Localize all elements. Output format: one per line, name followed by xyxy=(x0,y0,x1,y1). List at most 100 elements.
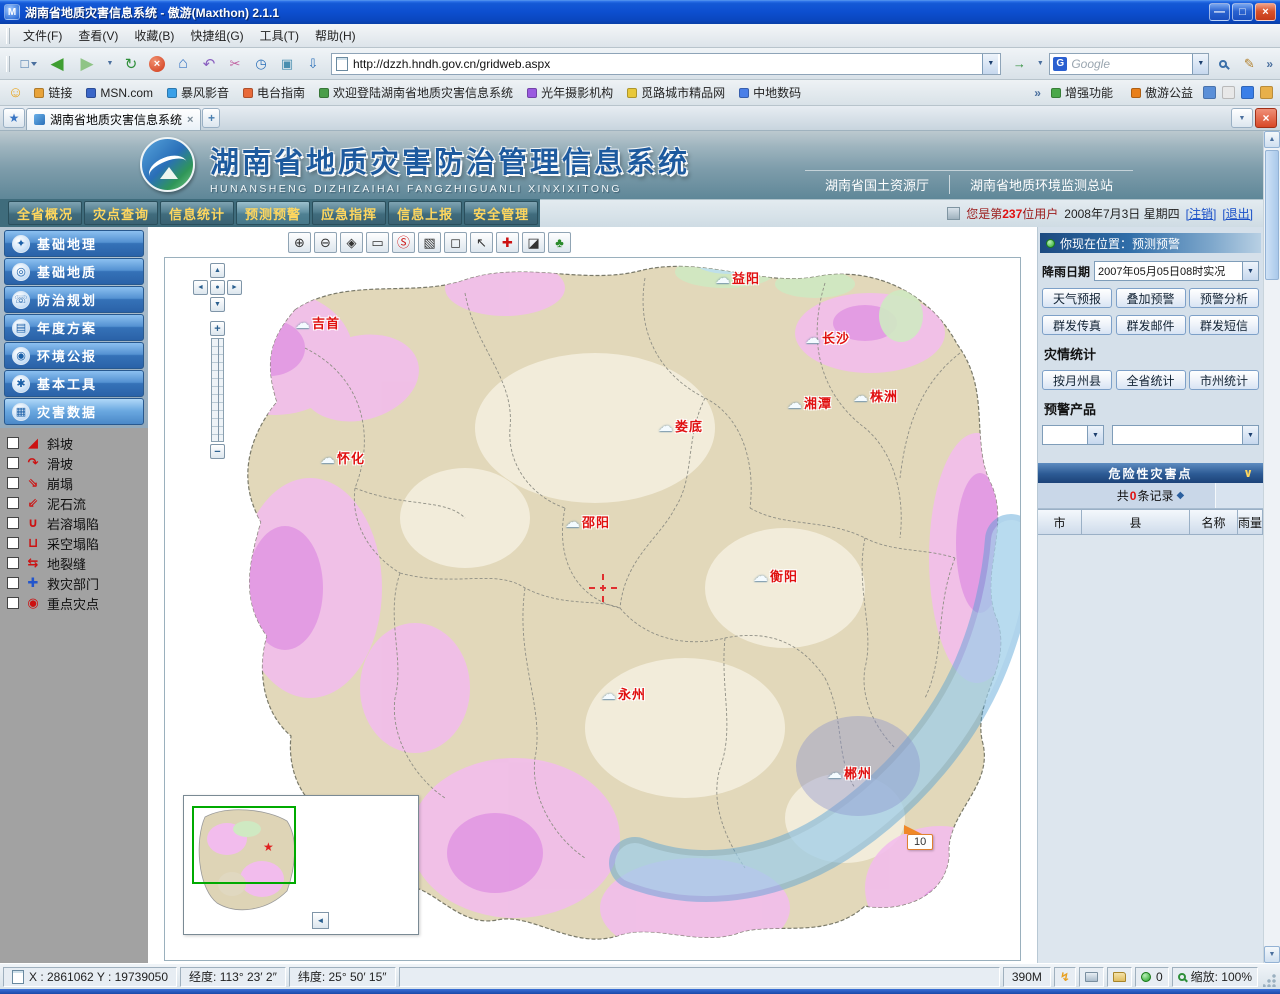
map-city-marker[interactable]: ☁ 株洲 xyxy=(853,386,898,405)
scrollbar-track[interactable] xyxy=(1264,148,1280,946)
close-button[interactable]: × xyxy=(1255,3,1276,21)
minimize-button[interactable]: — xyxy=(1209,3,1230,21)
sidebar-annual-plan[interactable]: ▤ 年度方案 xyxy=(4,314,144,341)
weather-forecast-button[interactable]: 天气预报 xyxy=(1042,288,1112,308)
map-tool-full-extent[interactable]: Ⓢ xyxy=(392,232,415,253)
link-photography[interactable]: 光年摄影机构 xyxy=(520,82,620,103)
map-tool-zoom-out[interactable]: ⊖ xyxy=(314,232,337,253)
table-header-cell[interactable]: 市 xyxy=(1038,509,1082,535)
search-box[interactable]: G Google xyxy=(1049,53,1209,75)
menu-item[interactable]: 帮助(H) xyxy=(307,24,364,47)
nav-tab-info-statistics[interactable]: 信息统计 xyxy=(160,201,234,225)
zoom-out-button[interactable]: − xyxy=(210,444,225,459)
map-tool-clear-selection[interactable]: ◻ xyxy=(444,232,467,253)
map-tool-add-point[interactable]: ✚ xyxy=(496,232,519,253)
gift-icon[interactable] xyxy=(1260,86,1273,99)
address-options-button[interactable]: ▼ xyxy=(1033,52,1047,76)
scroll-down-button[interactable] xyxy=(1264,946,1280,963)
maximize-button[interactable]: □ xyxy=(1232,3,1253,21)
nav-tab-province-overview[interactable]: 全省概况 xyxy=(8,201,82,225)
dropdown-arrow-icon[interactable] xyxy=(1242,262,1258,280)
pan-down-button[interactable]: ▼ xyxy=(210,297,225,312)
table-header-cell[interactable]: 名称 xyxy=(1190,509,1238,535)
sidebar-prevention-planning[interactable]: ☏ 防治规划 xyxy=(4,286,144,313)
menu-item[interactable]: 快捷组(G) xyxy=(182,24,251,47)
header-link-monitoring-station[interactable]: 湖南省地质环境监测总站 xyxy=(949,175,1133,194)
menu-item[interactable]: 查看(V) xyxy=(70,24,126,47)
bulk-fax-button[interactable]: 群发传真 xyxy=(1042,315,1112,335)
map-city-marker[interactable]: ☁ 邵阳 xyxy=(565,512,610,531)
layer-checkbox[interactable] xyxy=(7,437,19,449)
map-tool-identify[interactable]: ↖ xyxy=(470,232,493,253)
bulk-email-button[interactable]: 群发邮件 xyxy=(1116,315,1186,335)
resize-grip[interactable] xyxy=(1263,973,1277,987)
link-hunan-geo-system[interactable]: 欢迎登陆湖南省地质灾害信息系统 xyxy=(312,82,520,103)
map-tool-pan[interactable]: ◈ xyxy=(340,232,363,253)
overview-collapse-button[interactable]: ◄ xyxy=(312,912,329,929)
collapse-icon[interactable]: ∨ xyxy=(1243,466,1255,480)
toolbar-overflow-icon[interactable]: » xyxy=(1263,57,1276,71)
nav-tab-info-report[interactable]: 信息上报 xyxy=(388,201,462,225)
favorites-panel-button[interactable] xyxy=(3,108,25,128)
forward-button[interactable]: ▶ xyxy=(73,52,101,76)
dropdown-arrow-icon[interactable] xyxy=(1242,426,1258,444)
link-milu-city[interactable]: 觅路城市精品网 xyxy=(620,82,732,103)
tab-hunan-geo-system[interactable]: 湖南省地质灾害信息系统 × xyxy=(26,108,201,130)
stop-button[interactable]: × xyxy=(145,52,169,76)
sidebar-basic-geography[interactable]: ✦ 基础地理 xyxy=(4,230,144,257)
layer-checkbox[interactable] xyxy=(7,477,19,489)
nav-tab-emergency-command[interactable]: 应急指挥 xyxy=(312,201,386,225)
province-stats-button[interactable]: 全省统计 xyxy=(1116,370,1186,390)
layer-checkbox[interactable] xyxy=(7,577,19,589)
zoom-in-button[interactable]: + xyxy=(210,321,225,336)
pan-left-button[interactable]: ◄ xyxy=(193,280,208,295)
map-tool-zoom-in[interactable]: ⊕ xyxy=(288,232,311,253)
menu-item[interactable]: 工具(T) xyxy=(252,24,307,47)
rain-date-select[interactable]: 2007年05月05日08时实况 xyxy=(1094,261,1259,281)
screen-capture-button[interactable]: ▣ xyxy=(275,52,299,76)
nav-tab-forecast-warning[interactable]: 预测预警 xyxy=(236,201,310,225)
message-icon[interactable] xyxy=(1241,86,1254,99)
go-button[interactable]: → xyxy=(1007,52,1031,76)
map-tool-legend[interactable]: ♣ xyxy=(548,232,571,253)
link-msn[interactable]: MSN.com xyxy=(79,84,160,102)
search-button[interactable] xyxy=(1211,52,1235,76)
link-radio-guide[interactable]: 电台指南 xyxy=(236,82,312,103)
pan-up-button[interactable]: ▲ xyxy=(210,263,225,278)
blocked-popups-indicator[interactable]: 0 xyxy=(1135,967,1169,987)
header-link-land-resources[interactable]: 湖南省国土资源厅 xyxy=(805,175,949,194)
menu-item[interactable]: 收藏(B) xyxy=(126,24,182,47)
vertical-scrollbar[interactable] xyxy=(1263,131,1280,963)
card-icon[interactable] xyxy=(1222,86,1235,99)
new-tab-button[interactable] xyxy=(202,108,220,128)
table-header-cell[interactable]: 雨量 xyxy=(1238,509,1263,535)
dropdown-arrow-icon[interactable] xyxy=(1087,426,1103,444)
pan-right-button[interactable]: ► xyxy=(227,280,242,295)
back-button[interactable]: ◀ xyxy=(43,52,71,76)
map-city-marker[interactable]: ☁ 怀化 xyxy=(320,448,365,467)
map-city-marker[interactable]: ☁ 永州 xyxy=(601,684,646,703)
pan-center-button[interactable]: ● xyxy=(210,280,225,295)
scroll-up-button[interactable] xyxy=(1264,131,1280,148)
map-city-marker[interactable]: ☁ 益阳 xyxy=(715,268,760,287)
layer-checkbox[interactable] xyxy=(7,537,19,549)
danger-points-header[interactable]: 危险性灾害点 ∨ xyxy=(1038,463,1263,483)
map-view[interactable]: ☁ 吉首 ☁ 益阳 ☁ 长沙 xyxy=(164,257,1021,961)
links-overflow-icon[interactable]: » xyxy=(1031,86,1044,100)
boost-button[interactable]: ↯ xyxy=(1054,967,1076,987)
map-city-marker[interactable]: ☁ 娄底 xyxy=(658,416,703,435)
bulk-sms-button[interactable]: 群发短信 xyxy=(1189,315,1259,335)
map-city-marker[interactable]: ☁ 郴州 xyxy=(827,763,872,782)
monthly-county-stats-button[interactable]: 按月州县 xyxy=(1042,370,1112,390)
link-baofeng[interactable]: 暴风影音 xyxy=(160,82,236,103)
map-tool-eraser[interactable]: ◪ xyxy=(522,232,545,253)
map-tool-select-rect[interactable]: ▧ xyxy=(418,232,441,253)
warning-flag-marker[interactable]: 10 xyxy=(907,834,933,850)
address-bar[interactable]: http://dzzh.hndh.gov.cn/gridweb.aspx xyxy=(331,53,1001,75)
scrollbar-thumb[interactable] xyxy=(1265,150,1279,280)
search-engine-dropdown-icon[interactable] xyxy=(1192,54,1208,74)
zoom-control-cell[interactable]: 缩放: 100% xyxy=(1172,967,1258,987)
history-button[interactable]: ◷ xyxy=(249,52,273,76)
nav-tab-security-management[interactable]: 安全管理 xyxy=(464,201,538,225)
undo-button[interactable]: ↶ xyxy=(197,52,221,76)
